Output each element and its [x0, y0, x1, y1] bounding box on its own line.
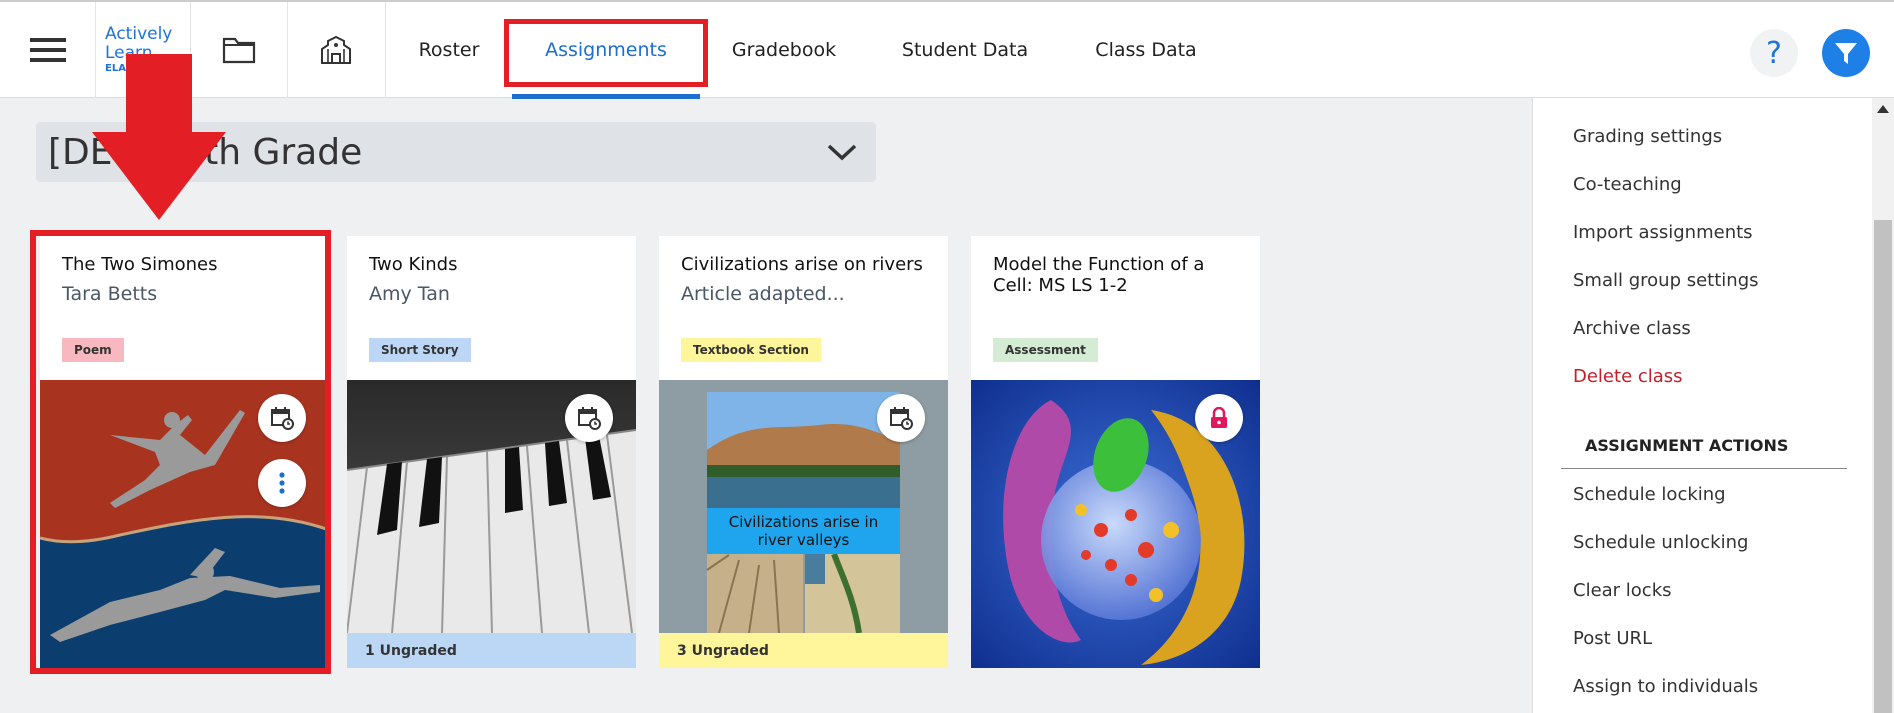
menu-item-assign-to-individuals[interactable]: Assign to individuals: [1573, 676, 1758, 697]
classes-button[interactable]: [288, 2, 384, 98]
filter-button[interactable]: [1822, 29, 1870, 77]
assignment-card[interactable]: Model the Function of a Cell: MS LS 1-2 …: [971, 236, 1260, 668]
filter-icon: [1835, 43, 1857, 64]
content-type-badge: Assessment: [993, 338, 1098, 362]
class-actions-panel: Grading settings Co-teaching Import assi…: [1532, 98, 1872, 713]
tab-student-data[interactable]: Student Data: [880, 2, 1050, 98]
content-type-badge: Textbook Section: [681, 338, 821, 362]
ungraded-count[interactable]: 3 Ungraded: [659, 633, 948, 668]
ungraded-count[interactable]: 1 Ungraded: [347, 633, 636, 668]
menu-item-delete-class[interactable]: Delete class: [1573, 366, 1683, 387]
schedule-button[interactable]: [565, 394, 613, 442]
section-divider: [1561, 468, 1847, 469]
school-icon: [321, 35, 351, 64]
image-caption: Civilizations arise in river valleys: [707, 508, 900, 554]
panel-scrollbar-thumb[interactable]: [1874, 220, 1892, 713]
card-title: Model the Function of a Cell: MS LS 1-2: [993, 254, 1205, 296]
card-header: Model the Function of a Cell: MS LS 1-2 …: [971, 236, 1260, 380]
assignment-actions-heading: ASSIGNMENT ACTIONS: [1585, 436, 1789, 455]
active-tab-indicator: [512, 94, 700, 99]
help-button[interactable]: ?: [1750, 29, 1798, 77]
menu-item-small-group-settings[interactable]: Small group settings: [1573, 270, 1759, 291]
content-type-badge: Short Story: [369, 338, 471, 362]
assignment-card[interactable]: Civilizations arise on rivers Article ad…: [659, 236, 948, 668]
assignment-card[interactable]: Two Kinds Amy Tan Short Story 1 Ungraded: [347, 236, 636, 668]
schedule-button[interactable]: [877, 394, 925, 442]
menu-item-co-teaching[interactable]: Co-teaching: [1573, 174, 1682, 195]
card-thumbnail: [347, 380, 636, 633]
highlight-box-assignments: [504, 19, 708, 87]
menu-item-schedule-unlocking[interactable]: Schedule unlocking: [1573, 532, 1748, 553]
logo-text-line1: Actively: [105, 24, 173, 44]
menu-item-post-url[interactable]: Post URL: [1573, 628, 1652, 649]
menu-item-schedule-locking[interactable]: Schedule locking: [1573, 484, 1726, 505]
tab-roster[interactable]: Roster: [398, 2, 500, 98]
menu-item-archive-class[interactable]: Archive class: [1573, 318, 1691, 339]
chevron-down-icon: [827, 144, 857, 161]
tab-gradebook[interactable]: Gradebook: [712, 2, 856, 98]
top-navbar: Actively Learn ELA Roster Assignments Gr…: [0, 0, 1894, 99]
calendar-clock-icon: [890, 407, 913, 430]
card-title: Civilizations arise on rivers: [681, 254, 923, 275]
folder-icon: [222, 37, 256, 64]
card-title: Two Kinds: [369, 254, 458, 275]
menu-button[interactable]: [0, 2, 95, 98]
card-header: Civilizations arise on rivers Article ad…: [659, 236, 948, 380]
cut-off-item: [1573, 98, 1723, 100]
menu-item-clear-locks[interactable]: Clear locks: [1573, 580, 1672, 601]
card-author: Article adapted...: [681, 283, 845, 305]
highlight-box-card: [30, 230, 331, 674]
nav-divider: [385, 2, 386, 98]
hamburger-icon: [29, 38, 66, 62]
help-icon: ?: [1766, 35, 1782, 71]
tab-class-data[interactable]: Class Data: [1076, 2, 1216, 98]
card-header: Two Kinds Amy Tan Short Story: [347, 236, 636, 380]
card-author: Amy Tan: [369, 283, 450, 305]
calendar-clock-icon: [578, 407, 601, 430]
red-arrow-annotation: [92, 54, 226, 220]
menu-item-import-assignments[interactable]: Import assignments: [1573, 222, 1753, 243]
scroll-up-arrow-icon[interactable]: [1874, 102, 1892, 116]
card-thumbnail: [971, 380, 1260, 668]
lock-icon: [1211, 407, 1227, 428]
card-thumbnail: Civilizations arise in river valleys: [659, 380, 948, 633]
menu-item-grading-settings[interactable]: Grading settings: [1573, 126, 1722, 147]
lock-button[interactable]: [1195, 394, 1243, 442]
